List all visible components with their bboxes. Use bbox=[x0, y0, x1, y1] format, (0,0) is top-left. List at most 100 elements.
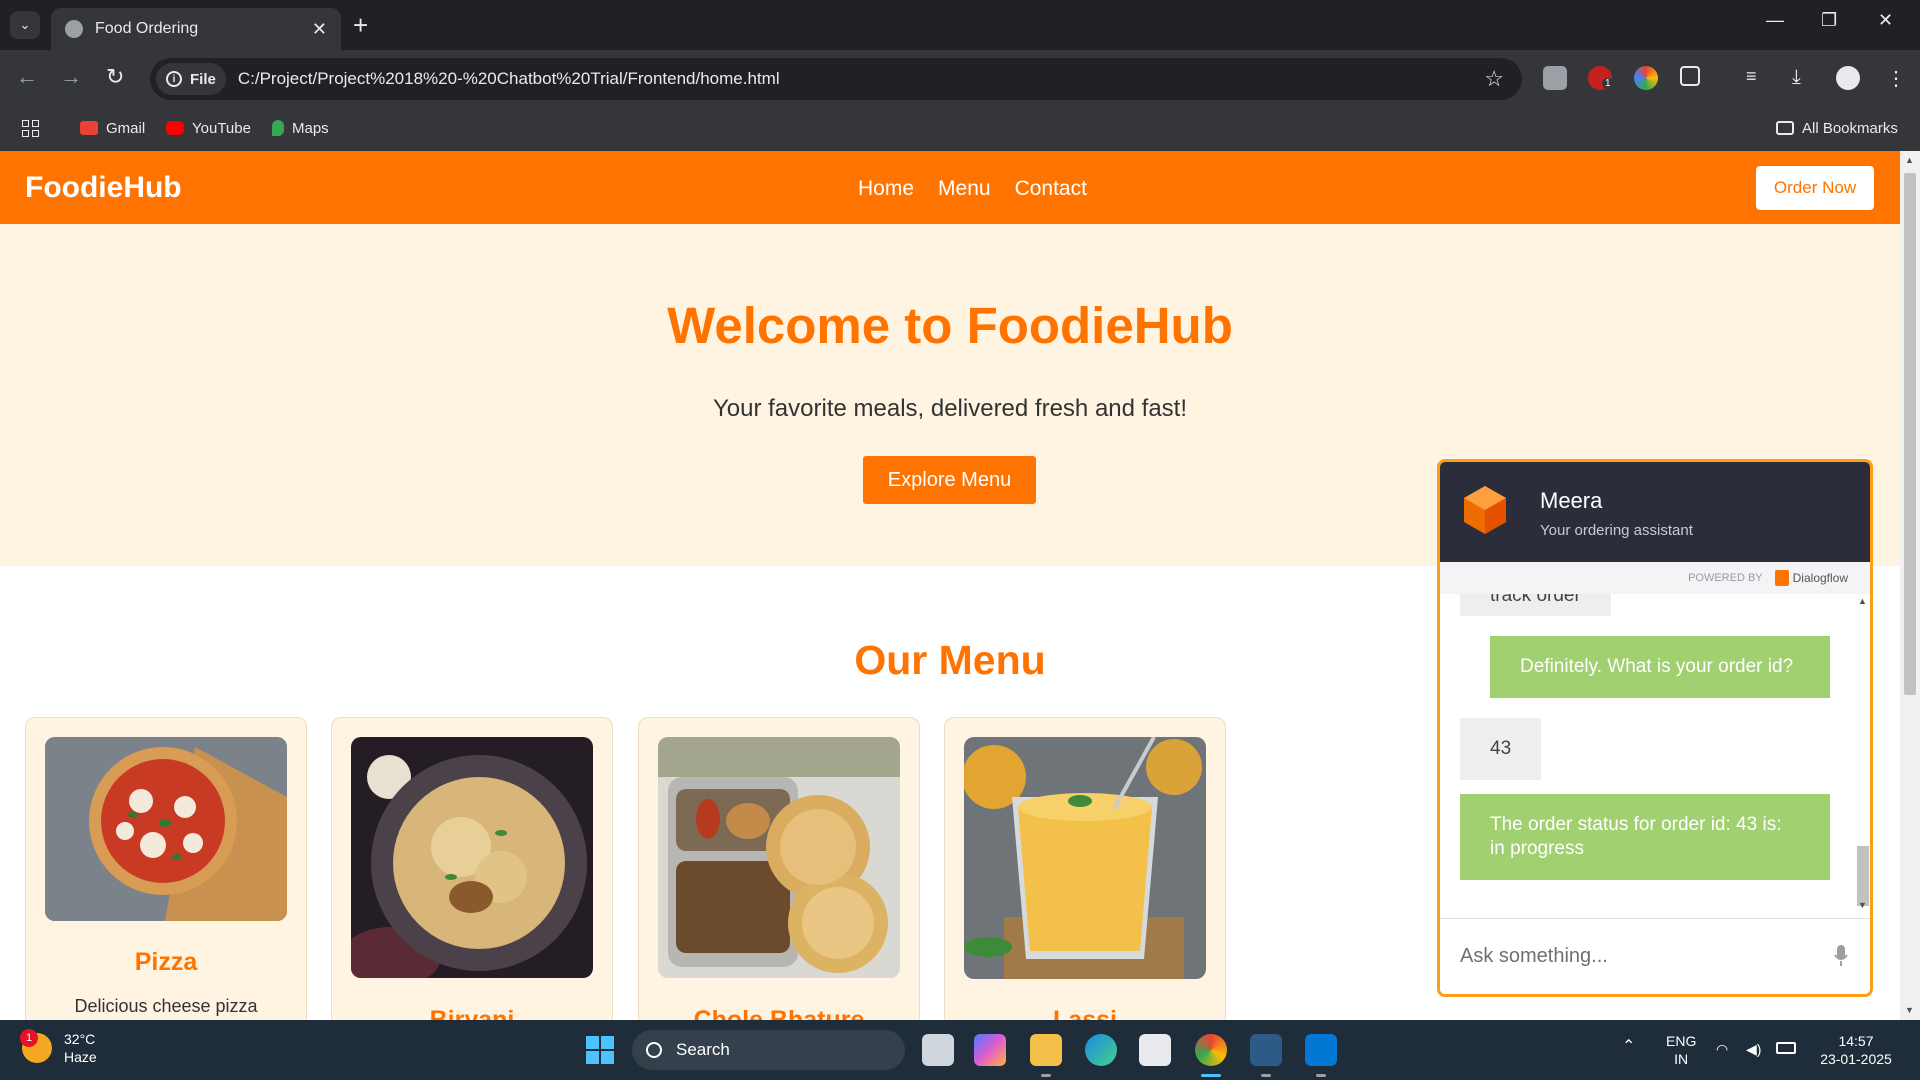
chat-message-bot: The order status for order id: 43 is: in… bbox=[1460, 794, 1830, 880]
battery-icon[interactable] bbox=[1776, 1042, 1796, 1054]
menu-item-name: Biryani bbox=[429, 1006, 515, 1020]
taskbar-search[interactable]: Search bbox=[632, 1030, 905, 1070]
puzzle-icon[interactable] bbox=[1680, 66, 1700, 86]
bookmark-gmail[interactable]: Gmail bbox=[80, 116, 145, 140]
arrow-right-icon: → bbox=[60, 64, 82, 89]
chrome-icon[interactable] bbox=[1195, 1034, 1227, 1066]
minimize-button[interactable]: — bbox=[1766, 10, 1784, 31]
volume-icon[interactable]: ◀) bbox=[1746, 1040, 1761, 1058]
vscode-icon[interactable] bbox=[1305, 1034, 1337, 1066]
scroll-down-icon[interactable]: ▼ bbox=[1858, 900, 1867, 910]
scroll-down-icon[interactable]: ▼ bbox=[1905, 1005, 1914, 1015]
gmail-icon bbox=[80, 121, 98, 135]
edge-browser-icon[interactable] bbox=[1085, 1034, 1117, 1066]
chat-input[interactable] bbox=[1460, 939, 1820, 973]
language-indicator[interactable]: ENG IN bbox=[1666, 1032, 1696, 1068]
weather-widget[interactable]: 1 32°C Haze bbox=[20, 1029, 97, 1066]
lassi-image bbox=[964, 737, 1206, 979]
menu-item-name: Lassi bbox=[1053, 1006, 1117, 1020]
extension-red-icon[interactable]: 1 bbox=[1588, 66, 1614, 90]
show-hidden-icons-chevron-up-icon[interactable]: ⌃ bbox=[1622, 1038, 1635, 1056]
reading-list-icon[interactable]: ≡ bbox=[1746, 66, 1770, 90]
tab-search-button[interactable]: ⌄ bbox=[10, 11, 40, 39]
powered-by-bar: POWERED BY Dialogflow bbox=[1440, 562, 1870, 594]
page-scroll-thumb[interactable] bbox=[1904, 173, 1916, 695]
taskbar: 1 32°C Haze Search ⌃ ENG IN ◠ ◀) 14:57 2… bbox=[0, 1020, 1920, 1080]
restore-button[interactable]: ❐ bbox=[1821, 10, 1837, 31]
search-icon bbox=[646, 1042, 662, 1058]
nav-contact-link[interactable]: Contact bbox=[1015, 177, 1087, 201]
nav-menu-link[interactable]: Menu bbox=[938, 177, 991, 201]
nav-home-link[interactable]: Home bbox=[858, 177, 914, 201]
dialogflow-logo-icon bbox=[1464, 486, 1506, 534]
explore-menu-button[interactable]: Explore Menu bbox=[863, 456, 1036, 504]
tab-strip: ⌄ Food Ordering ✕ + — ❐ ✕ bbox=[0, 0, 1920, 50]
weather-condition: Haze bbox=[64, 1049, 97, 1065]
browser-tab[interactable]: Food Ordering ✕ bbox=[51, 8, 341, 50]
microsoft-store-icon[interactable] bbox=[1139, 1034, 1171, 1066]
url-text[interactable]: C:/Project/Project%2018%20-%20Chatbot%20… bbox=[238, 69, 1484, 89]
apps-grid-icon[interactable] bbox=[22, 116, 39, 140]
order-now-button[interactable]: Order Now bbox=[1756, 166, 1874, 210]
running-indicator bbox=[1041, 1074, 1051, 1077]
chat-messages[interactable]: track order Definitely. What is your ord… bbox=[1440, 594, 1870, 918]
bookmarks-bar: Gmail YouTube Maps All Bookmarks bbox=[0, 108, 1920, 151]
running-indicator bbox=[1316, 1074, 1326, 1077]
hero-title: Welcome to FoodieHub bbox=[667, 297, 1233, 354]
menu-card-pizza[interactable]: Pizza Delicious cheese pizza bbox=[25, 717, 307, 1020]
scroll-up-icon[interactable]: ▲ bbox=[1858, 596, 1867, 606]
wifi-icon[interactable]: ◠ bbox=[1716, 1040, 1728, 1058]
download-icon[interactable]: ⤓ bbox=[1792, 66, 1816, 90]
chat-scrollbar[interactable]: ▲ ▼ bbox=[1856, 596, 1869, 914]
chat-input-bar bbox=[1440, 918, 1870, 994]
bookmark-label: Maps bbox=[292, 119, 329, 137]
menu-card-biryani[interactable]: Biryani bbox=[331, 717, 613, 1020]
dialogflow-label: Dialogflow bbox=[1792, 571, 1848, 585]
close-window-button[interactable]: ✕ bbox=[1878, 10, 1893, 31]
bookmark-star-icon[interactable]: ☆ bbox=[1484, 66, 1504, 92]
color-extension-icon[interactable] bbox=[1634, 66, 1658, 90]
chat-widget: Meera Your ordering assistant POWERED BY… bbox=[1437, 459, 1873, 997]
chat-scroll-thumb[interactable] bbox=[1857, 846, 1869, 906]
tab-title: Food Ordering bbox=[95, 20, 199, 37]
address-bar[interactable]: i File C:/Project/Project%2018%20-%20Cha… bbox=[150, 58, 1522, 100]
hero-subtitle: Your favorite meals, delivered fresh and… bbox=[712, 395, 1188, 422]
page-viewport: FoodieHub Home Menu Contact Order Now We… bbox=[0, 151, 1900, 1020]
site-info-chip[interactable]: i File bbox=[156, 63, 226, 95]
new-tab-button[interactable]: + bbox=[353, 12, 368, 38]
page-scrollbar[interactable]: ▲ ▼ bbox=[1900, 151, 1920, 1020]
app-window-icon[interactable] bbox=[1250, 1034, 1282, 1066]
site-nav: Home Menu Contact bbox=[858, 177, 1087, 201]
dialogflow-icon bbox=[1774, 570, 1789, 586]
back-button[interactable]: ← bbox=[16, 64, 38, 90]
browser-toolbar: ← → ↻ i File C:/Project/Project%2018%20-… bbox=[0, 50, 1920, 108]
arrow-left-icon: ← bbox=[16, 64, 38, 89]
task-view-icon[interactable] bbox=[922, 1034, 954, 1066]
all-bookmarks-button[interactable]: All Bookmarks bbox=[1776, 116, 1898, 140]
microphone-icon[interactable] bbox=[1834, 945, 1848, 967]
tab-close-icon[interactable]: ✕ bbox=[312, 19, 327, 40]
windows-start-icon[interactable] bbox=[586, 1036, 614, 1064]
menu-card-chole-bhature[interactable]: Chole Bhature bbox=[638, 717, 920, 1020]
menu-card-lassi[interactable]: Lassi bbox=[944, 717, 1226, 1020]
more-menu-icon[interactable]: ⋮ bbox=[1886, 66, 1910, 90]
bookmark-label: Gmail bbox=[106, 119, 146, 137]
profile-avatar[interactable] bbox=[1836, 66, 1860, 90]
bookmark-youtube[interactable]: YouTube bbox=[166, 116, 251, 140]
agent-name: Meera bbox=[1540, 488, 1603, 513]
site-logo[interactable]: FoodieHub bbox=[25, 171, 182, 205]
language-label: ENG bbox=[1666, 1033, 1697, 1049]
clock[interactable]: 14:57 23-01-2025 bbox=[1816, 1032, 1896, 1068]
reload-icon: ↻ bbox=[106, 64, 125, 89]
file-explorer-icon[interactable] bbox=[1030, 1034, 1062, 1066]
bookmark-maps[interactable]: Maps bbox=[272, 116, 329, 140]
menu-item-name: Chole Bhature bbox=[693, 1006, 865, 1020]
copilot-icon[interactable] bbox=[974, 1034, 1006, 1066]
shield-extension-icon[interactable] bbox=[1543, 66, 1567, 90]
forward-button[interactable]: → bbox=[60, 64, 82, 90]
weather-badge: 1 bbox=[20, 1029, 38, 1047]
scroll-up-icon[interactable]: ▲ bbox=[1905, 155, 1914, 165]
reload-button[interactable]: ↻ bbox=[106, 64, 124, 90]
folder-icon bbox=[1776, 121, 1794, 135]
extension-badge: 1 bbox=[1602, 78, 1614, 89]
